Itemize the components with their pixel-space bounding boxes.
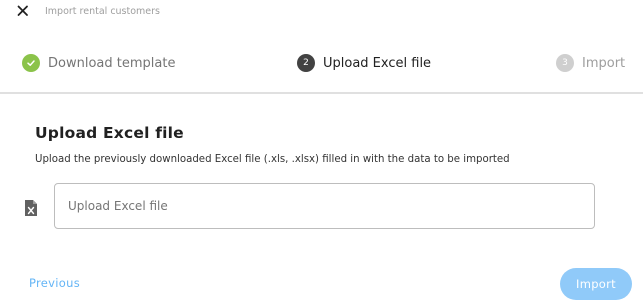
section-title: Upload Excel file: [35, 124, 184, 142]
step-import[interactable]: 3 Import: [556, 52, 625, 74]
import-stepper: Download template 2 Upload Excel file 3 …: [0, 40, 643, 84]
section-description: Upload the previously downloaded Excel f…: [35, 154, 510, 165]
previous-button[interactable]: Previous: [29, 276, 80, 290]
step-label: Download template: [48, 55, 176, 71]
step-label: Upload Excel file: [323, 55, 432, 71]
step-upload-excel[interactable]: 2 Upload Excel file: [297, 52, 431, 74]
import-button[interactable]: Import: [560, 268, 632, 300]
upload-excel-input[interactable]: [55, 184, 594, 228]
dialog-title: Import rental customers: [45, 6, 161, 17]
stepper-divider: [0, 92, 643, 94]
step-number: 2: [297, 54, 315, 72]
step-number: 3: [556, 54, 574, 72]
close-icon[interactable]: [14, 2, 32, 20]
check-icon: [22, 54, 40, 72]
step-label: Import: [582, 55, 626, 71]
step-download-template[interactable]: Download template: [22, 52, 175, 74]
upload-excel-field[interactable]: [54, 183, 595, 229]
dialog-header: Import rental customers: [0, 0, 643, 26]
excel-file-icon: [25, 200, 37, 216]
